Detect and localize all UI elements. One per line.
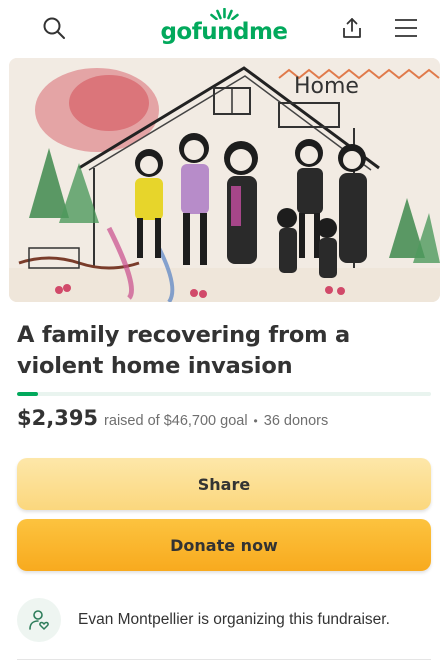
menu-icon[interactable] xyxy=(392,14,420,42)
organizer-text: Evan Montpellier is organizing this fund… xyxy=(78,611,390,628)
share-button[interactable]: Share xyxy=(17,458,431,510)
donors-count[interactable]: 36 donors xyxy=(264,413,329,429)
share-upload-icon[interactable] xyxy=(338,14,366,42)
top-nav: gofundme xyxy=(0,0,448,56)
section-divider xyxy=(17,659,431,660)
progress-bar xyxy=(17,392,431,396)
logo-text: gofundme xyxy=(160,19,288,45)
organizer-heart-icon xyxy=(17,598,61,642)
campaign-title: A family recovering from a violent home … xyxy=(17,322,351,379)
raised-summary: $2,395 raised of $46,700 goal • 36 donor… xyxy=(17,406,437,430)
header-actions xyxy=(338,14,420,42)
raised-amount: $2,395 xyxy=(17,406,99,430)
donate-now-button[interactable]: Donate now xyxy=(17,519,431,571)
gofundme-logo[interactable]: gofundme xyxy=(160,8,288,45)
separator-dot: • xyxy=(253,414,258,428)
hero-image[interactable]: Home xyxy=(9,58,440,302)
progress-fill xyxy=(17,392,38,396)
goal-text: raised of $46,700 goal xyxy=(104,413,248,429)
search-icon[interactable] xyxy=(40,14,68,42)
organizer-row[interactable]: Evan Montpellier is organizing this fund… xyxy=(17,598,437,642)
drawing-home-text: Home xyxy=(294,74,359,99)
campaign-page: gofundme Home A family recovering from a… xyxy=(0,0,448,663)
